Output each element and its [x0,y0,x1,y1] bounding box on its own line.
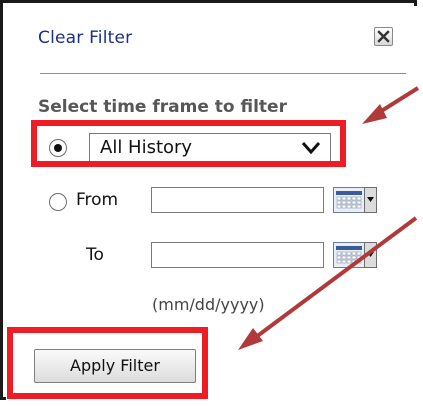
chevron-down-icon [301,142,321,155]
from-calendar-button[interactable] [333,187,377,213]
clear-filter-link[interactable]: Clear Filter [38,28,132,48]
filter-panel-frame: Clear Filter Select time frame to filter… [0,0,417,400]
to-date-input[interactable] [151,242,324,268]
apply-filter-button[interactable]: Apply Filter [34,349,196,383]
radio-all-history[interactable] [49,139,67,157]
date-format-hint: (mm/dd/yyyy) [152,295,265,314]
calendar-icon [333,187,377,213]
radio-date-range[interactable] [49,193,67,211]
from-label: From [76,190,119,210]
to-calendar-button[interactable] [333,242,377,268]
time-frame-dropdown[interactable]: All History [89,133,331,163]
close-button[interactable] [374,27,393,46]
divider [40,73,406,74]
from-date-input[interactable] [151,187,324,213]
dropdown-selected-value: All History [100,137,193,158]
section-label: Select time frame to filter [38,97,287,117]
filter-panel: Clear Filter Select time frame to filter… [6,6,417,400]
calendar-icon [333,242,377,268]
close-icon [377,30,390,43]
to-label: To [86,245,104,265]
